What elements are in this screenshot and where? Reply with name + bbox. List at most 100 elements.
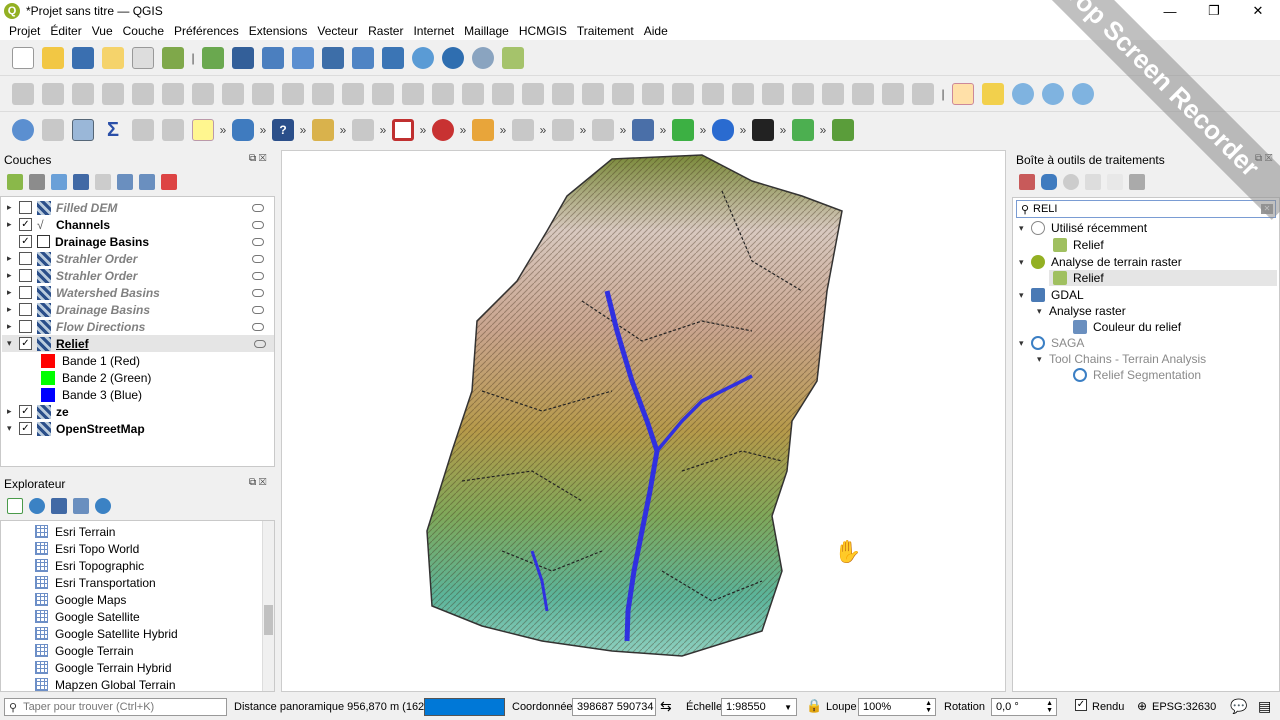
menu-projet[interactable]: Projet — [4, 24, 45, 38]
menu-editer[interactable]: Éditer — [45, 24, 86, 38]
group-gdal-raster-analysis[interactable]: ▾ Analyse raster — [1037, 303, 1126, 319]
results-viewer-icon[interactable] — [1085, 174, 1101, 190]
curve-tool-icon[interactable] — [402, 82, 424, 105]
offset-point-symbols-icon[interactable] — [912, 82, 934, 105]
copy-icon[interactable] — [252, 82, 274, 105]
browser-item[interactable]: Google Satellite Hybrid — [35, 625, 178, 642]
vertex-editor-icon[interactable] — [512, 119, 534, 141]
layer-visibility-icon[interactable] — [252, 271, 264, 280]
magnet-snapping-icon[interactable] — [432, 119, 454, 141]
layout-manager-icon[interactable] — [132, 46, 154, 69]
magnifier-field[interactable]: 100% ▲ ▼ — [858, 698, 936, 716]
layers-panel-buttons[interactable]: ⧉ ☒ — [249, 153, 266, 164]
layer-strahler-order-2[interactable]: ▸ Strahler Order — [7, 267, 272, 284]
help-icon[interactable]: ? — [272, 119, 294, 141]
reverse-line-icon[interactable] — [702, 82, 724, 105]
browser-item[interactable]: Esri Terrain — [35, 523, 115, 540]
browser-item[interactable]: Google Satellite — [35, 608, 140, 625]
relief-map[interactable] — [282, 151, 1006, 692]
new-print-layout-icon[interactable] — [102, 46, 124, 69]
browser-panel-buttons[interactable]: ⧉ ☒ — [249, 477, 266, 488]
layer-watershed-basins[interactable]: ▸ Watershed Basins — [7, 284, 272, 301]
cloud-icon[interactable] — [712, 119, 734, 141]
chevron-down-icon[interactable]: ▼ — [784, 703, 792, 712]
layer-checkbox[interactable]: ✓ — [19, 422, 32, 435]
crs-label[interactable]: EPSG:32630 — [1152, 701, 1216, 713]
add-raster-layer-icon[interactable] — [232, 46, 254, 69]
properties-info-icon[interactable] — [95, 498, 111, 514]
menu-couche[interactable]: Couche — [118, 24, 169, 38]
text-annotation-icon[interactable] — [632, 119, 654, 141]
add-wcs-layer-icon[interactable] — [472, 46, 494, 69]
menu-aide[interactable]: Aide — [639, 24, 673, 38]
browser-item[interactable]: Mapzen Global Terrain — [35, 676, 176, 693]
spinner-icon[interactable]: ▲ ▼ — [925, 700, 932, 714]
menu-hcmgis[interactable]: HCMGIS — [514, 24, 572, 38]
layer-openstreetmap[interactable]: ▾ ✓ OpenStreetMap — [7, 420, 272, 437]
layer-checkbox[interactable] — [19, 286, 32, 299]
modify-attributes-icon[interactable] — [162, 82, 184, 105]
algorithm-color-relief[interactable]: Couleur du relief — [1073, 319, 1181, 335]
locator-search-icon[interactable] — [672, 119, 694, 141]
layer-visibility-icon[interactable] — [252, 305, 264, 314]
layer-checkbox[interactable] — [19, 201, 32, 214]
toggle-extents-icon[interactable]: ⇆ — [660, 698, 672, 715]
menu-extensions[interactable]: Extensions — [244, 24, 313, 38]
trim-extend-icon[interactable] — [732, 82, 754, 105]
zoom-in-icon[interactable] — [1012, 82, 1034, 105]
lock-scale-icon[interactable]: 🔒 — [806, 698, 822, 714]
open-attribute-table-icon[interactable] — [42, 119, 64, 141]
filter-browser-icon[interactable] — [51, 498, 67, 514]
select-features-icon[interactable] — [132, 119, 154, 141]
paste-icon[interactable] — [282, 82, 304, 105]
pan-to-selection-icon[interactable] — [982, 82, 1004, 105]
layer-checkbox[interactable]: ✓ — [19, 218, 32, 231]
browser-scrollbar[interactable] — [262, 521, 274, 691]
history-icon[interactable] — [1063, 174, 1079, 190]
shape-digitize-icon[interactable] — [392, 119, 414, 141]
add-mesh-layer-icon[interactable] — [262, 46, 284, 69]
vertex-tool-icon[interactable] — [132, 82, 154, 105]
layer-checkbox[interactable] — [19, 320, 32, 333]
menu-vecteur[interactable]: Vecteur — [312, 24, 363, 38]
menu-maillage[interactable]: Maillage — [459, 24, 514, 38]
layer-relief[interactable]: ▾ ✓ Relief — [2, 335, 274, 352]
crs-globe-icon[interactable]: ⊕ — [1137, 699, 1147, 713]
layer-strahler-order-1[interactable]: ▸ Strahler Order — [7, 250, 272, 267]
collapse-browser-icon[interactable] — [73, 498, 89, 514]
delete-icon[interactable] — [192, 82, 214, 105]
options-wrench-icon[interactable] — [1129, 174, 1145, 190]
layer-flow-directions[interactable]: ▸ Flow Directions — [7, 318, 272, 335]
layer-visibility-icon[interactable] — [254, 339, 266, 348]
split-features-icon[interactable] — [762, 82, 784, 105]
spinner-icon[interactable]: ▲ ▼ — [1046, 700, 1053, 714]
select-by-location-icon[interactable] — [552, 119, 574, 141]
scripts-icon[interactable] — [1041, 174, 1057, 190]
add-feature-icon[interactable] — [102, 82, 124, 105]
redo-icon[interactable] — [342, 82, 364, 105]
layer-visibility-icon[interactable] — [252, 237, 264, 246]
python-console-icon[interactable] — [232, 119, 254, 141]
advanced-digitizing-icon[interactable] — [372, 82, 394, 105]
statistics-sigma-icon[interactable]: Σ — [102, 119, 124, 141]
browser-item[interactable]: Google Maps — [35, 591, 126, 608]
close-button[interactable]: ✕ — [1236, 0, 1280, 22]
algorithm-relief-segmentation[interactable]: Relief Segmentation — [1073, 367, 1201, 383]
layer-filled-dem[interactable]: ▸ Filled DEM — [7, 199, 272, 216]
toggle-editing-icon[interactable] — [42, 82, 64, 105]
map-tips-icon[interactable] — [192, 119, 214, 141]
menu-raster[interactable]: Raster — [363, 24, 408, 38]
add-delimited-text-icon[interactable] — [292, 46, 314, 69]
minimize-button[interactable]: — — [1148, 0, 1192, 22]
add-virtual-layer-icon[interactable] — [382, 46, 404, 69]
group-gdal[interactable]: ▾ GDAL — [1019, 287, 1084, 303]
layer-checkbox[interactable] — [19, 269, 32, 282]
browser-item[interactable]: Esri Topo World — [35, 540, 139, 557]
edits-icon[interactable] — [12, 82, 34, 105]
simplify-feature-icon[interactable] — [462, 82, 484, 105]
layer-channels[interactable]: ▸ ✓ √ Channels — [7, 216, 272, 233]
add-postgis-icon[interactable] — [352, 46, 374, 69]
scale-field[interactable]: 1:98550 ▼ — [721, 698, 797, 716]
layer-checkbox[interactable]: ✓ — [19, 405, 32, 418]
edit-features-inplace-icon[interactable] — [1107, 174, 1123, 190]
